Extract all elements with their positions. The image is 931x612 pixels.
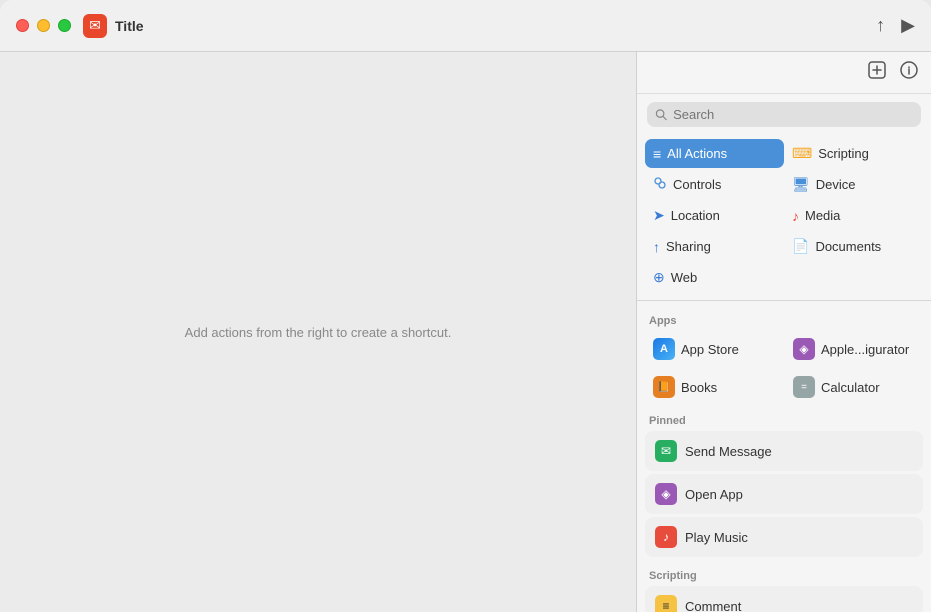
action-item-open-app[interactable]: ◈ Open App: [645, 474, 923, 514]
category-documents[interactable]: 📄 Documents: [784, 232, 923, 261]
category-media[interactable]: ♪ Media: [784, 201, 923, 230]
calculator-label: Calculator: [821, 380, 880, 395]
calculator-icon: =: [793, 376, 815, 398]
scripting-icon: ⌨: [792, 145, 812, 162]
category-scripting-label: Scripting: [818, 146, 869, 161]
add-shortcut-button[interactable]: [867, 60, 887, 85]
info-button[interactable]: [899, 60, 919, 85]
maximize-button[interactable]: [58, 19, 71, 32]
search-icon: [655, 108, 667, 121]
category-scripting[interactable]: ⌨ Scripting: [784, 139, 923, 168]
category-web-label: Web: [671, 270, 698, 285]
minimize-button[interactable]: [37, 19, 50, 32]
category-media-label: Media: [805, 208, 840, 223]
action-item-play-music[interactable]: ♪ Play Music: [645, 517, 923, 557]
comment-icon: ≡: [655, 595, 677, 612]
app-item-apple-configurator[interactable]: ◈ Apple...igurator: [785, 331, 923, 367]
pinned-section-label: Pinned: [645, 405, 923, 431]
play-music-label: Play Music: [685, 530, 748, 545]
comment-label: Comment: [685, 599, 741, 612]
category-grid: ≡ All Actions ⌨ Scripting Controls: [637, 135, 931, 296]
sharing-icon: ↑: [653, 239, 660, 255]
app-store-icon: A: [653, 338, 675, 360]
search-input[interactable]: [673, 107, 913, 122]
category-sharing[interactable]: ↑ Sharing: [645, 232, 784, 261]
send-message-icon: ✉: [655, 440, 677, 462]
app-store-label: App Store: [681, 342, 739, 357]
documents-icon: 📄: [792, 238, 809, 255]
app-icon: ✉: [83, 14, 107, 38]
category-device[interactable]: 🖥 Device: [784, 170, 923, 199]
right-topbar: [637, 52, 931, 94]
window-title: Title: [115, 18, 876, 34]
category-controls[interactable]: Controls: [645, 170, 784, 199]
category-documents-label: Documents: [815, 239, 881, 254]
close-button[interactable]: [16, 19, 29, 32]
location-icon: ➤: [653, 207, 665, 224]
action-item-send-message[interactable]: ✉ Send Message: [645, 431, 923, 471]
action-item-comment[interactable]: ≡ Comment: [645, 586, 923, 612]
apps-grid: A App Store ◈ Apple...igurator 📙 Books =…: [645, 331, 923, 405]
media-icon: ♪: [792, 208, 799, 224]
main-content: Add actions from the right to create a s…: [0, 52, 931, 612]
play-button[interactable]: ▶: [901, 15, 915, 36]
category-all-actions[interactable]: ≡ All Actions: [645, 139, 784, 168]
books-icon: 📙: [653, 376, 675, 398]
play-music-icon: ♪: [655, 526, 677, 548]
all-actions-icon: ≡: [653, 146, 661, 162]
scripting-section-label: Scripting: [645, 560, 923, 586]
category-web[interactable]: ⊕ Web: [645, 263, 784, 292]
right-panel: ≡ All Actions ⌨ Scripting Controls: [636, 52, 931, 612]
category-all-actions-label: All Actions: [667, 146, 727, 161]
send-message-label: Send Message: [685, 444, 772, 459]
share-button[interactable]: ↑: [876, 15, 885, 36]
app-item-calculator[interactable]: = Calculator: [785, 369, 923, 405]
category-controls-label: Controls: [673, 177, 721, 192]
traffic-lights: [16, 19, 71, 32]
open-app-icon: ◈: [655, 483, 677, 505]
device-icon: 🖥: [792, 176, 810, 193]
titlebar-actions: ↑ ▶: [876, 15, 915, 36]
apple-configurator-icon: ◈: [793, 338, 815, 360]
apps-section-label: Apps: [645, 305, 923, 331]
action-list[interactable]: Apps A App Store ◈ Apple...igurator 📙 Bo…: [637, 305, 931, 612]
controls-icon: [653, 176, 667, 193]
category-sharing-label: Sharing: [666, 239, 711, 254]
category-location-label: Location: [671, 208, 720, 223]
app-item-books[interactable]: 📙 Books: [645, 369, 783, 405]
titlebar: ✉ Title ↑ ▶: [0, 0, 931, 52]
category-location[interactable]: ➤ Location: [645, 201, 784, 230]
apple-configurator-label: Apple...igurator: [821, 342, 909, 357]
left-panel: Add actions from the right to create a s…: [0, 52, 636, 612]
divider: [637, 300, 931, 301]
search-input-wrap[interactable]: [647, 102, 921, 127]
search-bar: [637, 94, 931, 135]
empty-hint: Add actions from the right to create a s…: [185, 325, 452, 340]
add-shortcut-icon: [867, 60, 887, 80]
web-icon: ⊕: [653, 269, 665, 286]
books-label: Books: [681, 380, 717, 395]
app-item-app-store[interactable]: A App Store: [645, 331, 783, 367]
info-icon: [899, 60, 919, 80]
open-app-label: Open App: [685, 487, 743, 502]
category-device-label: Device: [816, 177, 856, 192]
